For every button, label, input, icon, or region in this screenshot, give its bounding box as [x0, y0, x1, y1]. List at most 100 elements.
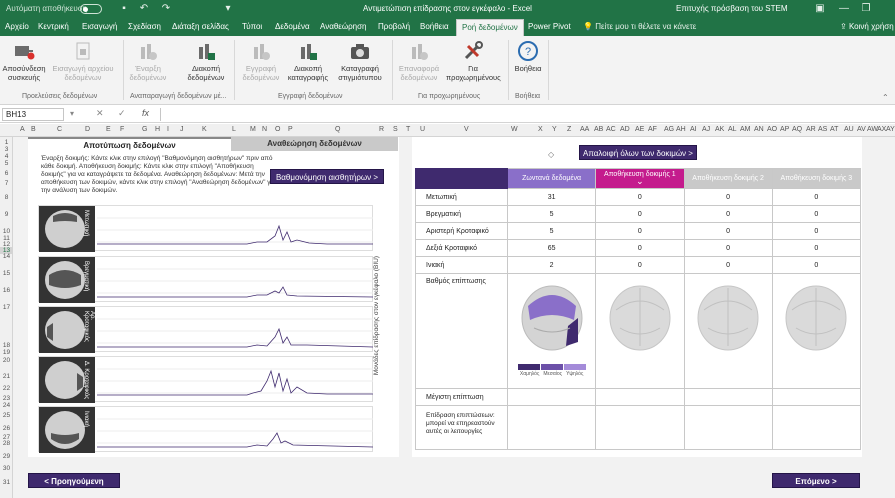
column-header[interactable]: AX [877, 126, 886, 133]
column-header[interactable]: Z [567, 126, 571, 133]
column-header[interactable]: C [57, 126, 62, 133]
row-header[interactable]: 19 [0, 349, 13, 356]
record-data-button[interactable]: Εγγραφή δεδομένων [238, 40, 284, 82]
row-header[interactable]: 1 [0, 139, 13, 146]
minimize-icon[interactable]: — [838, 3, 850, 15]
header-save-trial-1[interactable]: Αποθήκευση δοκιμής 1 ⌄ [595, 168, 685, 189]
stop-data-button[interactable]: Διακοπή δεδομένων [182, 40, 230, 82]
column-header[interactable]: AC [606, 126, 616, 133]
row-header[interactable]: 9 [0, 211, 13, 218]
calibrate-sensors-button[interactable]: Βαθμονόμηση αισθητήρων > [270, 169, 384, 184]
row-header[interactable]: 28 [0, 440, 13, 447]
column-header[interactable]: F [120, 126, 124, 133]
save-icon[interactable]: ▪ [118, 3, 130, 15]
row-header[interactable]: 14 [0, 253, 13, 260]
tab-file[interactable]: Αρχείο [5, 22, 29, 31]
column-header[interactable]: I [167, 126, 169, 133]
column-header[interactable]: A [20, 126, 25, 133]
restore-icon[interactable]: ❐ [860, 3, 872, 15]
column-header[interactable]: AI [690, 126, 697, 133]
column-header[interactable]: AV [857, 126, 866, 133]
column-header[interactable]: AH [676, 126, 686, 133]
row-header[interactable]: 30 [0, 465, 13, 472]
column-header[interactable]: AQ [792, 126, 802, 133]
column-header[interactable]: Q [335, 126, 340, 133]
capture-screenshot-button[interactable]: Καταγραφή στιγμιότυπου [334, 40, 386, 82]
column-header[interactable]: AT [830, 126, 838, 133]
column-header[interactable]: N [262, 126, 267, 133]
tab-data-review[interactable]: Αναθεώρηση δεδομένων [231, 137, 398, 151]
row-header[interactable]: 5 [0, 160, 13, 167]
tab-help[interactable]: Βοήθεια [420, 22, 449, 31]
previous-button[interactable]: < Προηγούμενη [28, 473, 120, 488]
column-header[interactable]: AP [780, 126, 789, 133]
collapse-ribbon-icon[interactable]: ⌃ [882, 93, 889, 102]
column-header[interactable]: AM [740, 126, 751, 133]
cancel-icon[interactable]: ✕ [96, 108, 104, 119]
advanced-button[interactable]: Για προχωρημένους [446, 40, 501, 82]
column-header[interactable]: B [31, 126, 36, 133]
column-header[interactable]: AA [580, 126, 589, 133]
next-button[interactable]: Επόμενο > [772, 473, 860, 488]
redo-icon[interactable]: ↷ [160, 3, 172, 15]
autosave-toggle[interactable] [80, 4, 102, 14]
row-header[interactable]: 7 [0, 180, 13, 187]
column-header[interactable]: S [393, 126, 398, 133]
formula-input[interactable] [160, 108, 888, 121]
row-header[interactable]: 8 [0, 194, 13, 201]
column-header[interactable]: AO [767, 126, 777, 133]
column-header[interactable]: T [406, 126, 410, 133]
row-header[interactable]: 31 [0, 479, 13, 486]
header-live-data[interactable]: Ζωντανά δεδομένα [506, 168, 597, 189]
column-header[interactable]: AK [715, 126, 724, 133]
column-header[interactable]: AE [635, 126, 644, 133]
tab-formulas[interactable]: Τύποι [242, 22, 262, 31]
column-header[interactable]: AS [818, 126, 827, 133]
column-header[interactable]: L [232, 126, 236, 133]
tab-data-capture[interactable]: Αποτύπωση δεδομένων [28, 137, 231, 151]
enter-icon[interactable]: ✓ [118, 108, 126, 119]
header-save-trial-3[interactable]: Αποθήκευση δοκιμής 3 [771, 168, 862, 189]
column-header[interactable]: P [288, 126, 293, 133]
column-header[interactable]: AG [664, 126, 674, 133]
tab-insert[interactable]: Εισαγωγή [82, 22, 117, 31]
column-header[interactable]: E [106, 126, 111, 133]
name-box[interactable]: BH13 [2, 108, 64, 121]
column-header[interactable]: K [202, 126, 207, 133]
column-header[interactable]: AU [844, 126, 854, 133]
row-header[interactable]: 22 [0, 385, 13, 392]
tab-page-layout[interactable]: Διάταξη σελίδας [172, 22, 229, 31]
column-header[interactable]: X [538, 126, 543, 133]
row-header[interactable]: 24 [0, 402, 13, 409]
tab-data-streamer[interactable]: Ροή δεδομένων [456, 19, 524, 36]
column-header[interactable]: V [464, 126, 469, 133]
name-box-dropdown-icon[interactable]: ▾ [70, 109, 74, 118]
column-header[interactable]: AL [728, 126, 737, 133]
row-header[interactable]: 25 [0, 412, 13, 419]
column-header[interactable]: G [142, 126, 147, 133]
ribbon-display-icon[interactable]: ▣ [814, 3, 826, 15]
column-header[interactable]: AR [806, 126, 816, 133]
column-header[interactable]: J [180, 126, 184, 133]
customize-toolbar-icon[interactable]: ▾ [222, 3, 234, 15]
row-header[interactable]: 3 [0, 146, 13, 153]
tab-review[interactable]: Αναθεώρηση [320, 22, 366, 31]
row-header[interactable]: 15 [0, 270, 13, 277]
column-header[interactable]: W [511, 126, 518, 133]
column-header[interactable]: AB [594, 126, 603, 133]
import-data-file-button[interactable]: Εισαγωγή αρχείου δεδομένων [48, 40, 118, 82]
undo-icon[interactable]: ↶ [138, 3, 150, 15]
tab-view[interactable]: Προβολή [378, 22, 410, 31]
column-header[interactable]: M [250, 126, 256, 133]
start-data-button[interactable]: Έναρξη δεδομένων [128, 40, 168, 82]
column-header[interactable]: Y [552, 126, 557, 133]
row-header[interactable]: 18 [0, 342, 13, 349]
row-header[interactable]: 17 [0, 304, 13, 311]
column-header[interactable]: R [379, 126, 384, 133]
reset-data-button[interactable]: Επαναφορά δεδομένων [396, 40, 442, 82]
tell-me-box[interactable]: 💡 Πείτε μου τι θέλετε να κάνετε [583, 22, 696, 31]
help-button[interactable]: ? Βοήθεια [512, 40, 544, 73]
column-header[interactable]: U [420, 126, 425, 133]
row-header[interactable]: 6 [0, 170, 13, 177]
row-header[interactable]: 23 [0, 395, 13, 402]
